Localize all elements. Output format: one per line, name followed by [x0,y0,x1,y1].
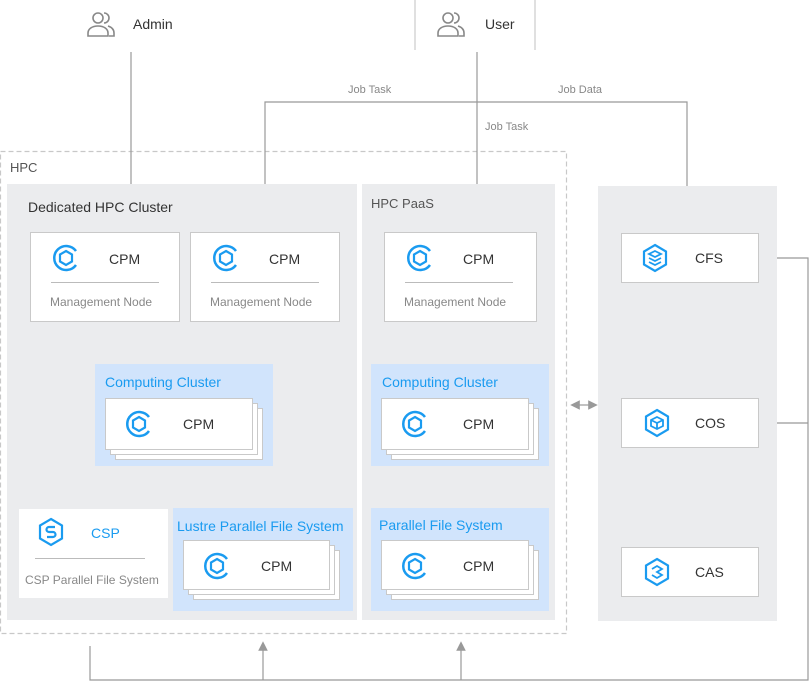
job-task-label: Job Task [485,121,529,133]
node-name: CPM [269,251,301,267]
dedicated-title: Dedicated HPC Cluster [28,199,173,215]
cpm-icon [204,552,229,580]
cpm-icon [402,410,427,438]
cpm-icon [213,244,238,272]
cpm-icon [402,552,427,580]
users-icon [437,12,465,37]
job-task-label: Job Task [348,84,392,96]
node-name: CPM [183,416,215,432]
cpm-node-card[interactable]: CPM [105,398,253,450]
node-subtitle: Management Node [50,295,153,309]
paas-title: HPC PaaS [371,196,434,211]
cpm-node-card[interactable]: CPM [183,540,330,590]
cfs-icon [642,243,668,273]
node-name: CPM [261,558,293,574]
cos-card[interactable]: COS [621,398,759,448]
cos-label: COS [695,415,726,431]
csp-card[interactable]: CSP CSP Parallel File System [19,509,168,598]
cfs-card[interactable]: CFS [621,233,759,283]
node-name: CPM [463,416,495,432]
user-label: User [485,16,515,32]
cas-label: CAS [695,564,724,580]
management-node-card[interactable]: CPM Management Node [384,232,537,322]
computing-cluster-title: Computing Cluster [382,374,498,390]
admin-label: Admin [133,16,173,32]
cfs-label: CFS [695,250,723,266]
management-node-card[interactable]: CPM Management Node [30,232,180,322]
pfs-title: Parallel File System [379,517,503,533]
computing-cluster-title: Computing Cluster [105,374,221,390]
csp-subtitle: CSP Parallel File System [25,573,159,587]
csp-name: CSP [91,525,120,541]
cpm-node-card[interactable]: CPM [381,540,529,590]
management-node-card[interactable]: CPM Management Node [190,232,340,322]
node-name: CPM [463,558,495,574]
cos-icon [644,408,670,438]
hpc-title: HPC [10,160,38,175]
node-subtitle: Management Node [404,295,507,309]
cpm-node-card[interactable]: CPM [381,398,529,450]
cpm-icon [53,244,78,272]
lustre-title: Lustre Parallel File System [177,518,344,534]
cpm-icon [126,410,151,438]
cpm-icon [407,244,432,272]
csp-icon [38,517,64,547]
node-subtitle: Management Node [210,295,313,309]
cas-card[interactable]: CAS [621,547,759,597]
node-name: CPM [109,251,141,267]
job-data-label: Job Data [558,84,603,96]
node-name: CPM [463,251,495,267]
users-icon [87,12,115,37]
cas-icon [644,557,670,587]
